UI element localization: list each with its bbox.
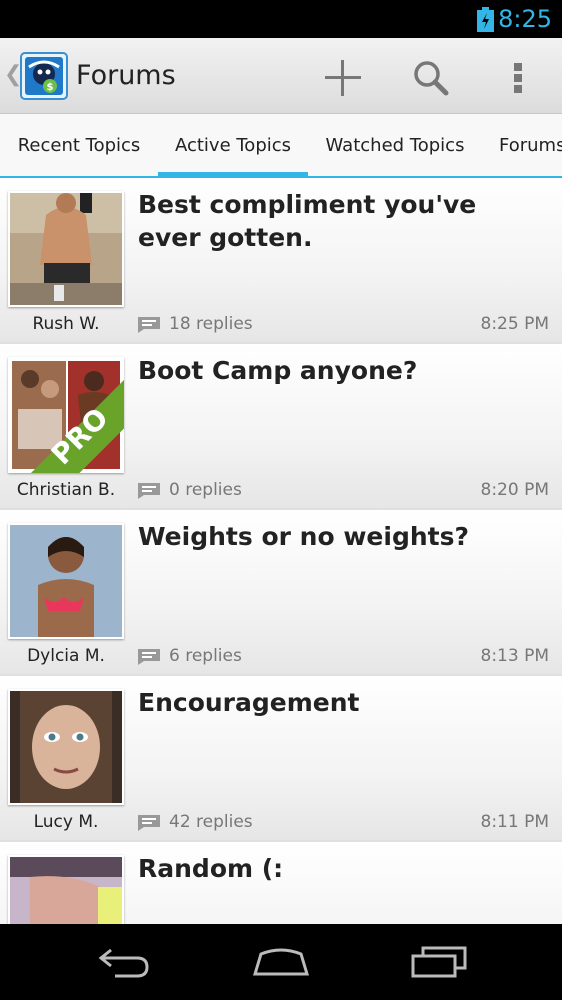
reply-count: 6 replies [169, 646, 242, 666]
topic-title: Boot Camp anyone? [138, 356, 418, 385]
battery-charging-icon [477, 7, 494, 32]
topic-title: Weights or no weights? [138, 522, 469, 551]
avatar-photo [10, 857, 122, 924]
recents-button[interactable] [404, 942, 474, 982]
avatar[interactable] [8, 855, 124, 924]
topic-row[interactable]: Rush W. Best compliment you've ever gott… [0, 178, 562, 344]
post-time: 8:25 PM [480, 314, 550, 334]
home-button[interactable] [246, 942, 316, 982]
post-time: 8:20 PM [480, 480, 550, 500]
recent-apps-icon [411, 946, 467, 978]
topic-row[interactable]: Dylcia M. Weights or no weights? 6 repli… [0, 510, 562, 676]
post-time: 8:11 PM [480, 812, 550, 832]
tab-strip: Recent Topics Active Topics Watched Topi… [0, 114, 562, 178]
tab-label: Recent Topics [17, 134, 141, 156]
topic-row[interactable]: Lucy M. Encouragement 42 replies 8:11 PM [0, 676, 562, 842]
status-time: 8:25 [498, 5, 552, 33]
app-logo-icon[interactable]: $ [20, 52, 68, 100]
avatar[interactable] [8, 689, 124, 805]
avatar[interactable]: PRO [8, 357, 124, 473]
reply-count: 42 replies [169, 812, 253, 832]
back-button[interactable] [90, 942, 160, 982]
action-bar: ❮ $ Forums [0, 38, 562, 114]
add-topic-button[interactable] [317, 52, 369, 104]
author-name: Dylcia M. [27, 646, 105, 666]
overflow-menu-button[interactable] [492, 52, 544, 104]
search-icon [414, 61, 449, 96]
page-title: Forums [76, 60, 176, 91]
svg-text:$: $ [47, 82, 54, 93]
plus-icon [325, 60, 361, 96]
topic-row[interactable]: PRO Christian B. Boot Camp anyone? 0 rep… [0, 344, 562, 510]
author-name: Rush W. [32, 314, 100, 334]
reply-count: 0 replies [169, 480, 242, 500]
avatar[interactable] [8, 523, 124, 639]
avatar[interactable] [8, 191, 124, 307]
tab-watched-topics[interactable]: Watched Topics [312, 114, 478, 176]
author-name: Christian B. [16, 480, 116, 500]
nav-bar [0, 924, 562, 1000]
topic-title: Random (: [138, 854, 284, 883]
reply-bubble-icon [138, 317, 160, 333]
topic-row[interactable]: Random (: [0, 842, 562, 924]
topic-title: Encouragement [138, 688, 360, 717]
post-time: 8:13 PM [480, 646, 550, 666]
search-button[interactable] [405, 52, 457, 104]
tab-forums[interactable]: Forums [484, 114, 562, 176]
status-bar: 8:25 [0, 0, 562, 38]
tab-label: Forums [499, 134, 562, 156]
reply-bubble-icon [138, 483, 160, 499]
tab-label: Active Topics [174, 134, 292, 156]
avatar-photo [10, 525, 122, 637]
pro-badge: PRO [30, 379, 124, 473]
reply-count: 18 replies [169, 314, 253, 334]
tab-label: Watched Topics [325, 134, 465, 156]
topic-list[interactable]: Rush W. Best compliment you've ever gott… [0, 178, 562, 924]
topic-title: Best compliment you've ever gotten. [138, 190, 477, 252]
author-name: Lucy M. [33, 812, 99, 832]
tab-recent-topics[interactable]: Recent Topics [0, 114, 158, 176]
home-icon [252, 948, 310, 976]
reply-bubble-icon [138, 649, 160, 665]
avatar-photo [10, 691, 122, 803]
avatar-photo [10, 193, 122, 305]
reply-bubble-icon [138, 815, 160, 831]
more-vert-icon [514, 63, 522, 93]
back-arrow-icon [98, 948, 149, 978]
tab-active-topics[interactable]: Active Topics [158, 114, 308, 176]
